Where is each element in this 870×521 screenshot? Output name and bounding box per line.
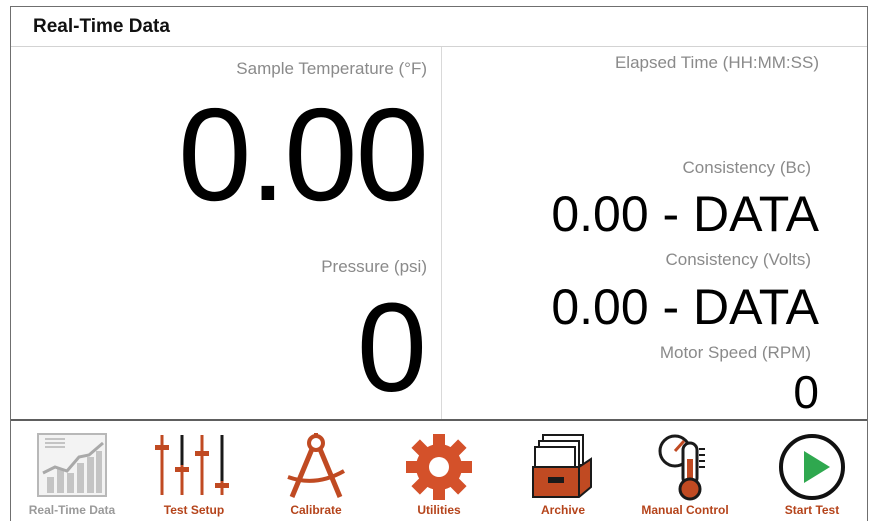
consistency-bc-label: Consistency (Bc): [682, 158, 811, 177]
motor-speed-value: 0: [793, 366, 819, 418]
sliders-icon: [155, 435, 229, 495]
app-window: Real-Time Data Sample Temperature (°F) 0…: [10, 6, 868, 521]
calibrate-button[interactable]: Calibrate: [261, 421, 371, 521]
archive-label: Archive: [540, 503, 586, 517]
pressure-label: Pressure (psi): [321, 257, 427, 276]
start-test-button[interactable]: Start Test: [757, 421, 867, 521]
header: Real-Time Data: [11, 7, 867, 47]
consistency-volts-value: 0.00 - DATA: [551, 279, 819, 335]
consistency-volts-label: Consistency (Volts): [665, 250, 812, 269]
panel-divider: [441, 47, 442, 419]
page-title: Real-Time Data: [33, 16, 170, 37]
real-time-data-label: Real-Time Data: [28, 503, 116, 517]
readings-panel: Sample Temperature (°F) 0.00 Pressure (p…: [11, 47, 867, 419]
gear-icon: [406, 434, 472, 500]
thermometer-gauge-icon: [658, 434, 705, 501]
real-time-data-button[interactable]: Real-Time Data: [17, 421, 127, 521]
sample-temperature-value: 0.00: [178, 81, 429, 228]
sample-temperature-label: Sample Temperature (°F): [236, 59, 427, 78]
archive-button[interactable]: Archive: [508, 421, 618, 521]
test-setup-label: Test Setup: [163, 503, 225, 517]
bottom-toolbar: Real-Time Data Test Setup Calibrate Util…: [11, 419, 867, 521]
motor-speed-label: Motor Speed (RPM): [659, 343, 811, 362]
utilities-label: Utilities: [417, 503, 461, 517]
calibrate-label: Calibrate: [290, 503, 342, 517]
start-test-label: Start Test: [784, 503, 840, 517]
manual-control-label: Manual Control: [641, 503, 729, 517]
test-setup-button[interactable]: Test Setup: [139, 421, 249, 521]
elapsed-time-label: Elapsed Time (HH:MM:SS): [614, 53, 819, 72]
compass-icon: [287, 433, 345, 498]
pressure-value: 0: [356, 277, 427, 418]
manual-control-button[interactable]: Manual Control: [630, 421, 740, 521]
file-box-icon: [532, 434, 592, 498]
utilities-button[interactable]: Utilities: [384, 421, 494, 521]
line-chart-icon: [37, 433, 107, 497]
consistency-bc-value: 0.00 - DATA: [551, 186, 819, 242]
play-icon: [779, 434, 845, 500]
